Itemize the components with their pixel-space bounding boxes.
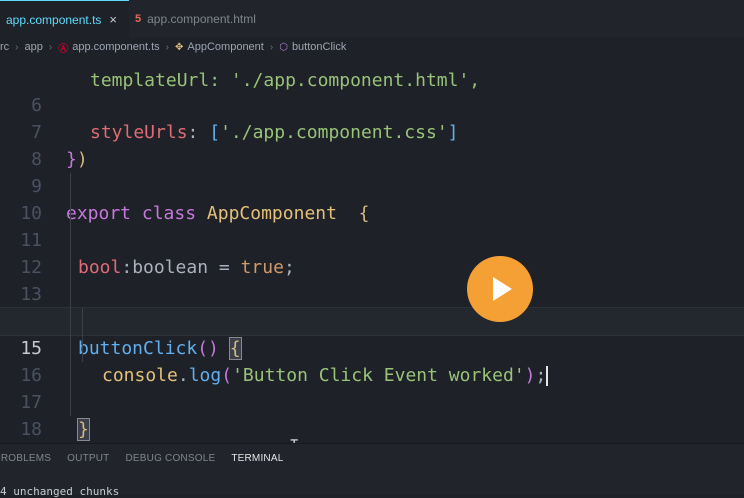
play-button[interactable]	[467, 256, 533, 322]
terminal-panel[interactable]: 4 unchanged chunks	[0, 471, 744, 498]
html5-icon: 5	[135, 13, 142, 25]
tab-problems[interactable]: PROBLEMS	[0, 453, 59, 464]
chevron-right-icon: ›	[165, 41, 170, 53]
breadcrumb-item-src[interactable]: rc	[0, 41, 9, 53]
terminal-output: 4 unchanged chunks	[0, 485, 120, 498]
code-line: 8	[0, 119, 744, 170]
breadcrumb: rc › app › Ⓐ app.component.ts › ✥ AppCom…	[0, 38, 744, 56]
tab-debug-console[interactable]: DEBUG CONSOLE	[117, 453, 223, 464]
indent-guide	[70, 173, 71, 416]
tab-label: app.component.html	[147, 12, 256, 26]
code-line: 6 styleUrls: ['./app.component.css']	[0, 65, 744, 143]
code-line: 9 export class AppComponent {	[0, 146, 744, 224]
class-icon: ✥	[175, 41, 184, 53]
code-line: 17 }	[0, 362, 744, 441]
code-line: 19 }	[0, 416, 744, 443]
angular-icon: Ⓐ	[58, 43, 69, 55]
tab-output[interactable]: OUTPUT	[59, 453, 117, 464]
breadcrumb-item-method[interactable]: buttonClick	[292, 41, 346, 53]
play-icon	[493, 277, 512, 301]
method-icon: ⬡	[279, 41, 288, 53]
breadcrumb-item-class[interactable]: AppComponent	[187, 41, 263, 53]
code-line-current: 15 console.log('Button Click Event worke…	[0, 307, 744, 386]
code-line: 10	[0, 173, 744, 224]
editor-tab-bar: app.component.ts × 5 app.component.html	[0, 0, 744, 39]
tab-app-component-ts[interactable]: app.component.ts ×	[0, 0, 129, 38]
close-icon[interactable]: ×	[109, 12, 117, 27]
code-editor[interactable]: templateUrl: './app.component.html', 6 s…	[0, 56, 744, 443]
code-line: 16	[0, 335, 744, 386]
code-line: 18	[0, 389, 744, 440]
code-line: 12	[0, 227, 744, 278]
indent-guide	[82, 308, 83, 362]
chevron-right-icon: ›	[15, 41, 19, 53]
code-line: 7 })	[0, 92, 744, 170]
chevron-right-icon: ›	[269, 41, 274, 53]
tab-label: app.component.ts	[6, 12, 102, 27]
code-line: 14 buttonClick() {	[0, 281, 744, 360]
tab-terminal[interactable]: TERMINAL	[223, 453, 291, 464]
code-line: 13	[0, 254, 744, 305]
chevron-right-icon: ›	[48, 41, 53, 53]
breadcrumb-item-file[interactable]: app.component.ts	[72, 41, 159, 53]
tab-app-component-html[interactable]: 5 app.component.html	[129, 0, 268, 38]
code-line: 11 bool:boolean = true;	[0, 200, 744, 278]
breadcrumb-item-app[interactable]: app	[25, 41, 43, 53]
panel-tab-bar: PROBLEMS OUTPUT DEBUG CONSOLE TERMINAL	[0, 443, 744, 472]
